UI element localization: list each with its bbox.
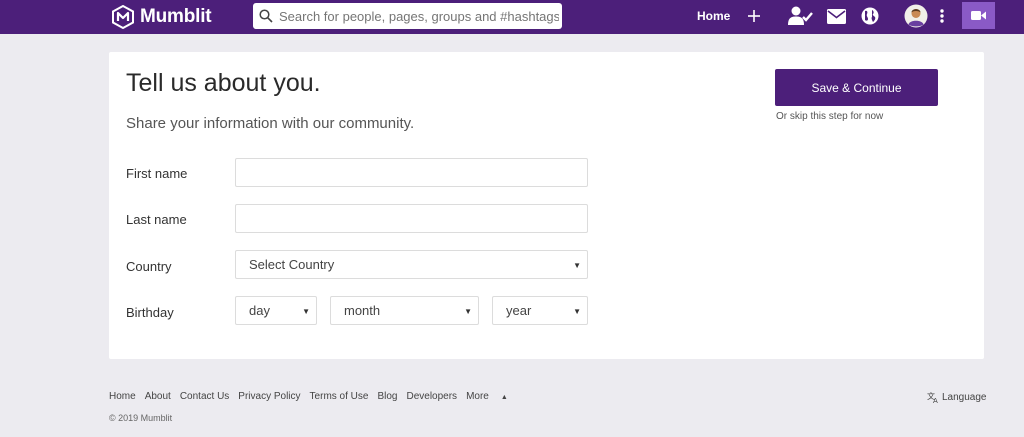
globe-icon[interactable] xyxy=(860,5,880,27)
country-select-value: Select Country xyxy=(249,257,335,272)
footer-link-home[interactable]: Home xyxy=(109,391,136,402)
profile-setup-card: Tell us about you. Share your informatio… xyxy=(109,52,984,359)
avatar[interactable] xyxy=(904,4,928,28)
footer-link-about[interactable]: About xyxy=(145,391,171,402)
chevron-down-icon: ▼ xyxy=(573,261,581,270)
caret-up-icon: ▲ xyxy=(500,394,508,401)
language-label: Language xyxy=(942,391,987,403)
plus-icon[interactable] xyxy=(747,5,761,27)
page-title: Tell us about you. xyxy=(126,69,321,97)
footer-link-contact[interactable]: Contact Us xyxy=(180,391,229,402)
last-name-label: Last name xyxy=(126,212,187,227)
footer-link-developers[interactable]: Developers xyxy=(406,391,457,402)
video-camera-icon xyxy=(971,11,986,20)
footer-link-blog[interactable]: Blog xyxy=(377,391,397,402)
footer-links: Home About Contact Us Privacy Policy Ter… xyxy=(109,391,526,402)
language-selector[interactable]: 文 A Language xyxy=(927,391,987,403)
brand-name: Mumblit xyxy=(140,6,212,27)
more-vertical-icon[interactable] xyxy=(939,5,945,27)
first-name-label: First name xyxy=(126,166,188,181)
chevron-down-icon: ▼ xyxy=(464,307,472,316)
envelope-icon[interactable] xyxy=(826,5,846,27)
birthday-year-select[interactable]: year ▼ xyxy=(492,296,588,325)
country-label: Country xyxy=(126,259,172,274)
footer-link-privacy[interactable]: Privacy Policy xyxy=(238,391,300,402)
search-icon xyxy=(259,9,273,23)
last-name-field[interactable] xyxy=(235,204,588,233)
birthday-day-select[interactable]: day ▼ xyxy=(235,296,317,325)
footer-link-more[interactable]: More ▲ xyxy=(466,391,517,402)
brand-logo[interactable]: Mumblit xyxy=(112,5,212,29)
first-name-field[interactable] xyxy=(235,158,588,187)
birthday-month-value: month xyxy=(344,303,381,318)
video-call-button[interactable] xyxy=(962,2,995,29)
svg-text:A: A xyxy=(933,397,938,403)
country-select[interactable]: Select Country ▼ xyxy=(235,250,588,279)
birthday-year-value: year xyxy=(506,303,532,318)
search-input[interactable] xyxy=(279,8,559,24)
chevron-down-icon: ▼ xyxy=(302,307,310,316)
search-box[interactable] xyxy=(253,3,562,29)
birthday-label: Birthday xyxy=(126,305,174,320)
save-continue-button[interactable]: Save & Continue xyxy=(775,69,938,106)
footer-link-more-label: More xyxy=(466,391,489,402)
mumblit-logo-icon xyxy=(112,5,134,29)
footer-link-terms[interactable]: Terms of Use xyxy=(310,391,369,402)
translate-icon: 文 A xyxy=(927,391,938,403)
user-check-icon[interactable] xyxy=(787,5,813,27)
page-subtitle: Share your information with our communit… xyxy=(126,115,415,132)
top-navigation-bar: Mumblit Home xyxy=(0,0,1024,34)
birthday-day-value: day xyxy=(249,303,270,318)
copyright-text: © 2019 Mumblit xyxy=(109,413,173,423)
skip-step-link[interactable]: Or skip this step for now xyxy=(776,111,883,122)
nav-home-link[interactable]: Home xyxy=(697,9,730,23)
birthday-month-select[interactable]: month ▼ xyxy=(330,296,479,325)
chevron-down-icon: ▼ xyxy=(573,307,581,316)
